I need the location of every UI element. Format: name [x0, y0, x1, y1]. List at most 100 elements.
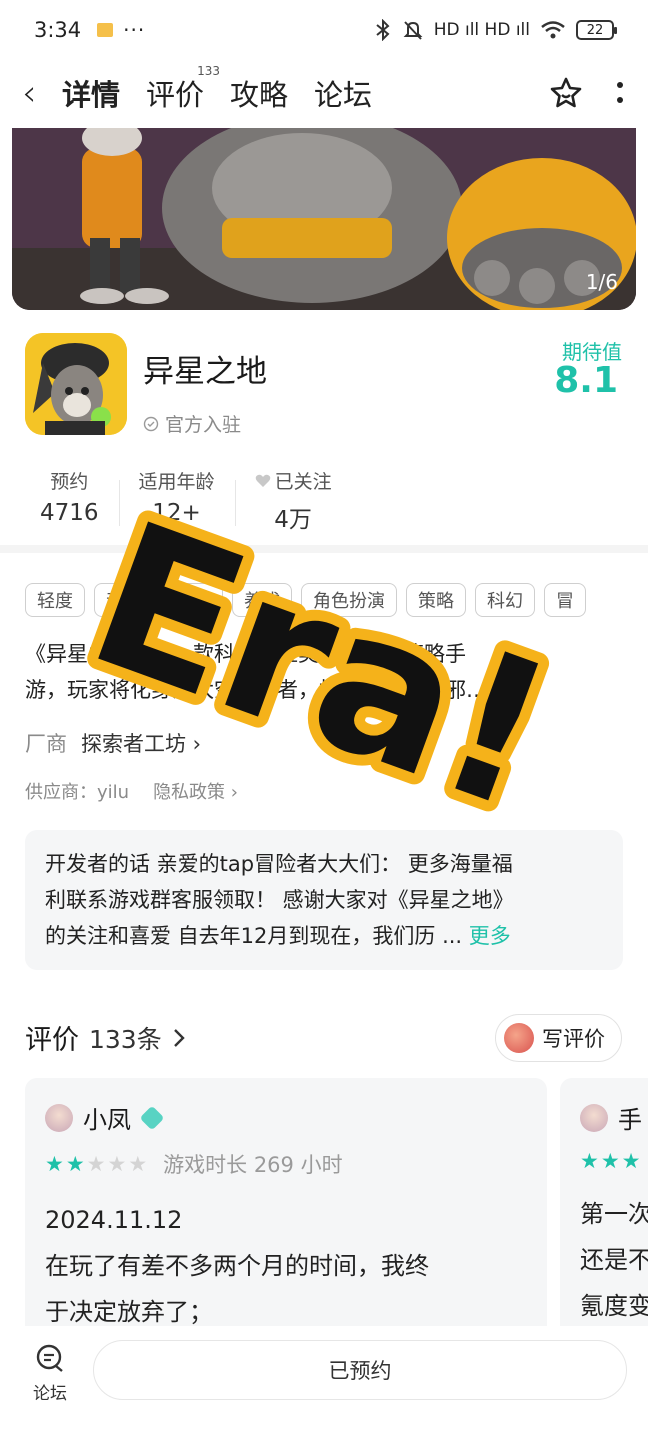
forum-button[interactable]: 论坛 [28, 1344, 72, 1404]
stat-label: 预约 [50, 470, 89, 493]
tab-reviews-count: 133 [197, 64, 221, 78]
tab-details[interactable]: 详情 [62, 72, 121, 114]
tag-item[interactable]: 养成 [232, 583, 292, 617]
review-meta: ★ ★ ★ [580, 1149, 648, 1173]
top-nav: ‹ 详情 评价 133 攻略 论坛 [0, 60, 648, 126]
star-rating: ★ ★ ★ ★ ★ [45, 1152, 147, 1176]
review-card[interactable]: 手 ★ ★ ★ 第一次 还是不 氪度变 [560, 1078, 648, 1340]
star-rating: ★ ★ ★ [580, 1149, 640, 1173]
banner-artwork [12, 128, 636, 310]
star-filled-icon: ★ [621, 1149, 641, 1173]
description-line: 《异星之地》是一款科幻冒险类型的竞技策略手 [25, 642, 466, 666]
developer-note[interactable]: 开发者的话 亲爱的tap冒险者大大们： 更多海量福 利联系游戏群客服领取！ 感谢… [25, 830, 623, 970]
stat-followers[interactable]: 已关注 4万 [234, 466, 352, 534]
more-menu-icon[interactable] [614, 78, 626, 108]
bluetooth-icon [376, 19, 390, 41]
more-link[interactable]: 更多 [469, 924, 511, 948]
stat-age-rating[interactable]: 适用年龄 12+ [118, 466, 235, 534]
tab-reviews-label: 评价 [146, 78, 205, 112]
stat-reservations: 预约 4716 [26, 466, 119, 534]
screenshot-banner[interactable]: 1/6 [12, 128, 636, 310]
tab-guides-label: 攻略 [230, 78, 289, 112]
tag-item[interactable]: 角色扮演 [301, 583, 397, 617]
battery-icon: 22 [576, 20, 617, 40]
mute-icon [403, 21, 423, 40]
status-icons: HD ıll HD ıll 22 [374, 19, 617, 41]
review-line: 第一次 [580, 1200, 648, 1228]
tag-item[interactable]: 轻度 [25, 583, 85, 617]
official-label: 官方入驻 [165, 414, 242, 436]
dev-note-line: 利联系游戏群客服领取！ 感谢大家对《异星之地》 [45, 888, 514, 912]
review-username: 小凤 [83, 1106, 131, 1134]
chevron-right-icon [173, 1028, 185, 1047]
review-meta: ★ ★ ★ ★ ★ 游戏时长 269 小时 [45, 1149, 527, 1179]
tab-forum[interactable]: 论坛 [314, 72, 372, 114]
verified-badge-icon [139, 1105, 165, 1130]
dev-note-line-last: 的关注和喜爱 自去年12月到现在，我们历 ... 更多 [45, 918, 603, 954]
star-empty-icon: ★ [128, 1152, 148, 1176]
privacy-policy-link[interactable]: 隐私政策 › [153, 778, 238, 804]
reviews-title: 评价 [25, 1025, 79, 1056]
dev-note-line: 的关注和喜爱 自去年12月到现在，我们历 ... [45, 924, 469, 948]
favorite-star-icon[interactable] [548, 75, 584, 111]
heart-icon [255, 474, 270, 487]
review-line: 在玩了有差不多两个月的时间，我终 [45, 1252, 429, 1280]
user-avatar [504, 1023, 534, 1053]
tab-forum-label: 论坛 [314, 78, 373, 112]
star-filled-icon: ★ [45, 1152, 64, 1176]
supplier-text: 供应商：yilu [25, 782, 130, 803]
forum-chat-icon [36, 1344, 63, 1372]
stat-label-text: 已关注 [274, 470, 332, 493]
vendor-row[interactable]: 厂商 探索者工坊 › [25, 728, 201, 758]
banner-counter: 1/6 [585, 270, 618, 294]
play-time: 游戏时长 269 小时 [163, 1153, 343, 1177]
app-icon [25, 333, 127, 435]
status-bar: 3:34 ··· HD ıll HD ıll 22 [0, 0, 648, 60]
star-filled-icon: ★ [600, 1149, 620, 1173]
write-review-label: 写评价 [542, 1027, 605, 1051]
stat-label-follow: 已关注 [255, 466, 332, 494]
stat-label: 适用年龄 [138, 470, 215, 493]
stat-value: 12+ [152, 500, 201, 526]
bottom-bar: 论坛 已预约 [0, 1326, 648, 1440]
vendor-name: 探索者工坊 › [81, 732, 202, 756]
review-user: 小凤 [45, 1100, 527, 1135]
review-card[interactable]: 小凤 ★ ★ ★ ★ ★ 游戏时长 269 小时 2024.11.12 在玩了有差不多两… [25, 1078, 547, 1340]
tag-item[interactable]: 动作 [94, 583, 154, 617]
avatar [45, 1103, 73, 1132]
tag-item[interactable]: 科幻 [475, 583, 535, 617]
tab-guides[interactable]: 攻略 [230, 72, 288, 114]
app-icon-artwork [25, 333, 127, 435]
write-review-button[interactable]: 写评价 [495, 1014, 622, 1062]
vendor-label: 厂商 [25, 732, 67, 756]
review-body: 第一次 还是不 氪度变 [580, 1191, 648, 1329]
star-filled-icon: ★ [65, 1152, 85, 1176]
tag-item[interactable]: 射击 [163, 583, 223, 617]
status-time: 3:34 [34, 18, 82, 42]
check-circle-icon [143, 416, 159, 431]
official-badge: 官方入驻 [143, 410, 241, 437]
review-date: 2024.11.12 [45, 1206, 183, 1234]
app-name: 异星之地 [143, 354, 267, 390]
review-line: 氪度变 [580, 1292, 648, 1320]
stats-row: 预约 4716 适用年龄 12+ 已关注 4万 [26, 466, 352, 534]
star-filled-icon: ★ [580, 1149, 599, 1173]
star-empty-icon: ★ [107, 1152, 127, 1176]
review-line: 还是不 [580, 1246, 648, 1274]
reviews-count: 133条 [89, 1024, 162, 1054]
review-username: 手 [618, 1106, 642, 1134]
dev-note-line: 开发者的话 亲爱的tap冒险者大大们： 更多海量福 [45, 852, 513, 876]
signal-icon: HD ıll HD ıll [433, 20, 530, 40]
booked-button[interactable]: 已预约 [93, 1340, 627, 1400]
game-description[interactable]: 《异星之地》是一款科幻冒险类型的竞技策略手 游，玩家将化身为太空冒险者，投身于梦… [25, 636, 625, 708]
wifi-icon [541, 21, 565, 39]
tab-reviews[interactable]: 评价 133 [146, 64, 220, 114]
more-notifications-icon: ··· [123, 18, 146, 42]
stat-value: 4716 [40, 500, 99, 526]
section-divider [0, 545, 648, 553]
description-line: 游，玩家将化身为太空冒险者，投身于梦境从邪… [25, 678, 487, 702]
back-button[interactable]: ‹ [22, 73, 62, 114]
tag-item[interactable]: 策略 [406, 583, 466, 617]
reviews-header[interactable]: 评价 133条 [25, 1018, 186, 1057]
tag-item[interactable]: 冒 [544, 583, 586, 617]
